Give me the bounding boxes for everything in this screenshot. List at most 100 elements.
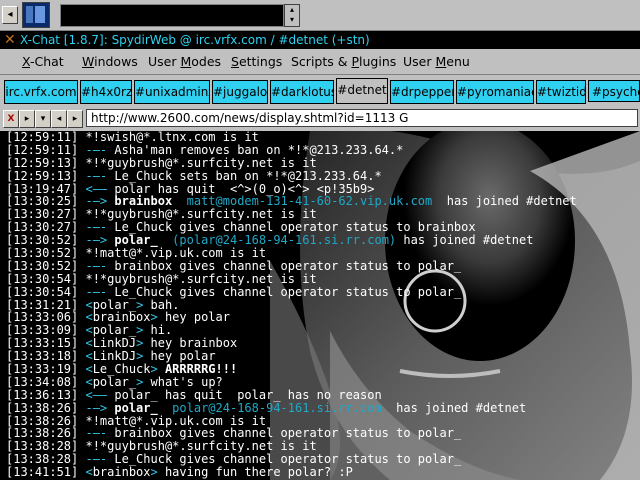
window-title: X-Chat [1.8.7]: SpydirWeb @ irc.vrfx.com… [20,33,370,47]
chat-text: having fun there polar? :P [157,465,353,480]
menu-scripts-plugins[interactable]: Scripts & Plugins [291,54,396,69]
chat-text: brainbox [92,465,151,480]
chat-text: matt@modem-131-41-60-62.vip.uk.com [172,194,433,209]
chat-text: bah. [143,297,180,312]
chat-timestamp: [13:33:09] [6,323,79,338]
chat-text: < [78,297,93,312]
chat-text: -—- [78,168,115,183]
menu-user-modes[interactable]: User Modes [148,54,221,69]
chat-text: *!matt@*.vip.uk.com is it [78,246,267,261]
chat-timestamp: [13:38:26] [6,426,79,441]
chat-text: hey brainbox [143,336,238,351]
chat-timestamp: [13:31:21] [6,297,79,312]
chat-text: Le_Chuck sets ban on *!*@213.233.64.* [114,168,382,183]
chat-text: -—- [78,142,115,157]
chat-text: polar_ [92,374,137,389]
chat-text: -—> [78,233,115,248]
topic-input[interactable] [86,109,638,127]
tab-h4x0rz[interactable]: #h4x0rz [80,80,132,104]
tab-detnet[interactable]: #detnet [336,78,388,104]
chat-text: Le_Chuck gives channel operator status t… [114,452,462,467]
chat-line: [13:41:51] <brainbox> having fun there p… [6,466,640,479]
chat-timestamp: [13:30:54] [6,284,79,299]
arrow-right-icon[interactable]: ▸ [67,110,83,128]
chat-text: > [150,310,158,325]
chat-text: < [78,465,93,480]
chat-text: polar has quit <^>(0_o)<^> <p!35b9> [114,181,375,196]
tab-darklotus[interactable]: #darklotus [270,80,334,104]
arrow-right-icon[interactable]: ▸ [19,110,35,128]
scroll-down-icon[interactable]: ▾ [285,15,299,25]
xchat-logo-icon[interactable]: ✕ [4,33,18,47]
chat-timestamp: [13:33:06] [6,310,79,325]
chat-text: <—— [78,387,115,402]
chat-timestamp: [13:38:28] [6,452,79,467]
topic-bar: X ▸ ▾ ◂ ▸ [0,108,640,130]
chat-text: polar_ [114,400,158,415]
chat-text: <—— [78,181,115,196]
chat-timestamp: [13:38:28] [6,439,79,454]
tab-drpepper[interactable]: #drpepper [390,80,454,104]
chat-text: brainbox [114,194,173,209]
chat-text: -—- [78,220,115,235]
chat-text: -—- [78,452,115,467]
chat-timestamp: [13:38:26] [6,413,79,428]
arrow-left-icon[interactable]: ◂ [51,110,67,128]
tab-twiztid[interactable]: #twiztid [536,80,586,104]
chat-timestamp: [13:30:54] [6,271,79,286]
chat-text: (polar@24-168-94-161.si.rr.com) [157,233,397,248]
chat-text: < [78,323,93,338]
chat-text: has joined #detnet [396,233,534,248]
chat-timestamp: [12:59:13] [6,168,79,183]
chat-text: has joined #detnet [381,400,527,415]
taskbar: ◂ ▴ ▾ [0,0,640,31]
chat-text: *!*guybrush@*.surfcity.net is it [78,155,317,170]
taskbar-task-list[interactable] [60,4,284,27]
chat-text: -—- [78,284,115,299]
close-icon[interactable]: X [3,110,19,128]
tab-juggalo[interactable]: #juggalo [212,80,268,104]
tab-psycho[interactable]: #psycho [588,80,640,102]
scroll-up-icon[interactable]: ▴ [285,5,299,15]
chat-text: > [150,465,158,480]
window-titlebar[interactable]: ✕ X-Chat [1.8.7]: SpydirWeb @ irc.vrfx.c… [0,31,640,49]
chat-text: Asha'man removes ban on *!*@213.233.64.* [114,142,404,157]
taskbar-scroll[interactable]: ▴ ▾ [284,4,300,27]
menu-windows[interactable]: Windows [82,54,138,69]
chat-text: polar_ [114,233,158,248]
chat-timestamp: [13:19:47] [6,181,79,196]
menu-user-menu[interactable]: User Menu [403,54,470,69]
chat-text: < [78,310,93,325]
menu-settings[interactable]: Settings [231,54,282,69]
taskbar-left-arrow-button[interactable]: ◂ [2,6,18,24]
chat-timestamp: [12:59:11] [6,142,79,157]
chat-text: ARRRRRG!!! [157,362,238,377]
chat-text: Le_Chuck gives channel operator status t… [114,284,462,299]
tab-irc-vrfx-com[interactable]: irc.vrfx.com [4,80,78,104]
chat-text: -—> [78,194,115,209]
chat-text: brainbox gives channel operator status t… [114,258,462,273]
chat-text: brainbox gives channel operator status t… [114,426,462,441]
chat-timestamp: [13:38:26] [6,400,79,415]
chat-text: LinkDJ [92,336,137,351]
chat-text: polar_ has quit polar_ has no reason [114,387,382,402]
channel-tabbar: irc.vrfx.com #h4x0rz #unixadminz #juggal… [0,76,640,106]
chat-text: Le_Chuck gives channel operator status t… [114,220,476,235]
chat-text: hey polar [143,349,216,364]
chat-text-area[interactable]: [12:59:11] *!swish@*.ltnx.com is it [12:5… [0,131,640,480]
arrow-down-icon[interactable]: ▾ [35,110,51,128]
chat-text: -—- [78,258,115,273]
chat-text: *!matt@*.vip.uk.com is it [78,413,267,428]
workspace-pager[interactable] [22,2,50,28]
chat-timestamp: [13:30:52] [6,246,79,261]
chat-text: has joined #detnet [432,194,577,209]
chat-text: -—> [78,400,115,415]
chat-timestamp: [13:30:27] [6,207,79,222]
pager-cell [26,6,33,23]
chat-timestamp: [13:30:27] [6,220,79,235]
menu-xchat[interactable]: X-Chat [22,54,64,69]
chat-timestamp: [13:36:13] [6,387,79,402]
tab-unixadminz[interactable]: #unixadminz [134,80,210,104]
tab-pyromaniac[interactable]: #pyromaniac [456,80,534,104]
chat-text: < [78,349,93,364]
